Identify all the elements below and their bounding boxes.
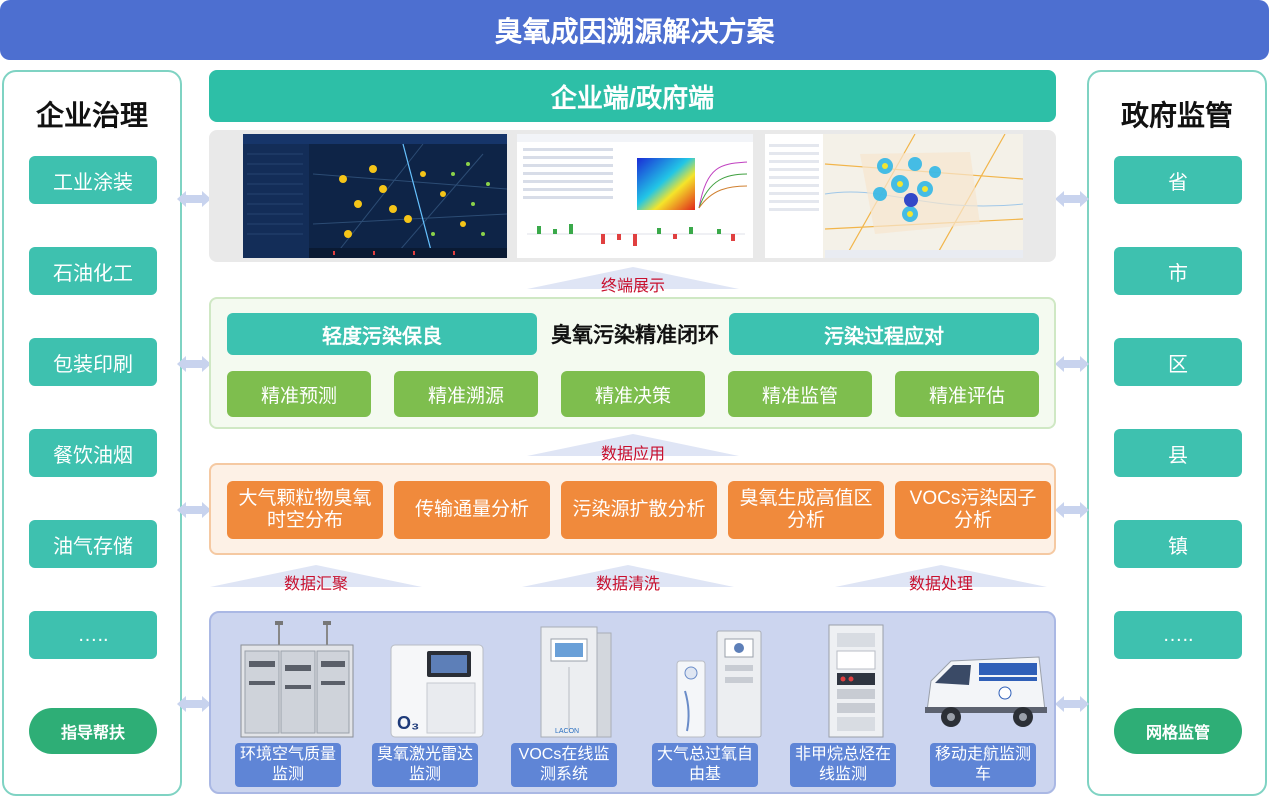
right-double-arrow-icon (1055, 696, 1089, 712)
o3-mark: O₃ (397, 713, 419, 733)
left-double-arrow-icon (177, 502, 211, 518)
analysis-chart-screenshot (517, 134, 753, 258)
radical-monitor-image (676, 630, 762, 738)
device-label-radical: 大气总过氧自由基 (652, 743, 758, 787)
enterprise-item-coating[interactable]: 工业涂装 (29, 156, 157, 204)
data-application-label: 数据应用 (600, 446, 665, 463)
mobile-monitoring-van-image (925, 656, 1047, 727)
ozone-high-value-button[interactable]: 臭氧生成高值区分析 (728, 481, 884, 539)
enterprise-item-catering[interactable]: 餐饮油烟 (29, 429, 157, 477)
left-double-arrow-icon (177, 191, 211, 207)
precise-decision-button[interactable]: 精准决策 (561, 371, 705, 417)
terminal-display-label: 终端展示 (600, 278, 665, 295)
vocs-factor-button[interactable]: VOCs污染因子分析 (895, 481, 1051, 539)
right-panel-government: 政府监管 省 市 区 县 镇 ….. 网格监管 (1087, 70, 1267, 796)
terminal-header: 企业端/政府端 (209, 70, 1056, 122)
right-double-arrow-icon (1055, 356, 1089, 372)
data-aggregation-label: 数据汇聚 (283, 576, 348, 593)
precise-tracing-button[interactable]: 精准溯源 (394, 371, 538, 417)
guidance-button[interactable]: 指导帮扶 (29, 708, 157, 754)
left-double-arrow-icon (177, 356, 211, 372)
device-label-air-quality: 环境空气质量监测 (235, 743, 341, 787)
device-label-lidar: 臭氧激光雷达监测 (372, 743, 478, 787)
monitoring-devices-panel: O₃ LACON 环境空气质量监测 臭氧激光雷达监测 VOCs在线监测系统 大气… (209, 611, 1056, 794)
enterprise-item-more[interactable]: ….. (29, 611, 157, 659)
pollution-response-bar: 污染过程应对 (729, 313, 1039, 355)
nmhc-monitor-image (828, 624, 884, 738)
enterprise-item-oil-storage[interactable]: 油气存储 (29, 520, 157, 568)
device-label-vocs: VOCs在线监测系统 (511, 743, 617, 787)
ozone-lidar-image: O₃ (390, 644, 484, 738)
left-panel-enterprise: 企业治理 工业涂装 石油化工 包装印刷 餐饮油烟 油气存储 ….. 指导帮扶 (2, 70, 182, 796)
closed-loop-panel: 轻度污染保良 臭氧污染精准闭环 污染过程应对 精准预测 精准溯源 精准决策 精准… (209, 297, 1056, 429)
right-double-arrow-icon (1055, 502, 1089, 518)
spatiotemporal-distribution-button[interactable]: 大气颗粒物臭氧时空分布 (227, 481, 383, 539)
precise-evaluation-button[interactable]: 精准评估 (895, 371, 1039, 417)
analysis-panel: 大气颗粒物臭氧时空分布 传输通量分析 污染源扩散分析 臭氧生成高值区分析 VOC… (209, 463, 1056, 555)
data-cleaning-label: 数据清洗 (595, 576, 660, 593)
air-quality-station-image (240, 621, 354, 738)
left-double-arrow-icon (177, 696, 211, 712)
map-screenshot (765, 134, 1023, 258)
data-processing-label: 数据处理 (908, 576, 973, 593)
precise-forecast-button[interactable]: 精准预测 (227, 371, 371, 417)
left-panel-title: 企业治理 (35, 100, 148, 131)
right-double-arrow-icon (1055, 191, 1089, 207)
terminal-screens-panel (209, 130, 1056, 262)
transport-flux-button[interactable]: 传输通量分析 (394, 481, 550, 539)
gov-item-county[interactable]: 县 (1114, 429, 1242, 477)
gov-item-province[interactable]: 省 (1114, 156, 1242, 204)
brand-text: LACON (555, 728, 579, 735)
mild-pollution-bar: 轻度污染保良 (227, 313, 537, 355)
device-label-van: 移动走航监测车 (930, 743, 1036, 787)
closed-loop-title: 臭氧污染精准闭环 (551, 324, 719, 347)
grid-supervision-button[interactable]: 网格监管 (1114, 708, 1242, 754)
enterprise-item-printing[interactable]: 包装印刷 (29, 338, 157, 386)
gov-item-town[interactable]: 镇 (1114, 520, 1242, 568)
device-label-nmhc: 非甲烷总烃在线监测 (790, 743, 896, 787)
page-title: 臭氧成因溯源解决方案 (0, 0, 1269, 60)
gov-item-more[interactable]: ….. (1114, 611, 1242, 659)
precise-supervision-button[interactable]: 精准监管 (728, 371, 872, 417)
gov-item-city[interactable]: 市 (1114, 247, 1242, 295)
enterprise-item-petrochemical[interactable]: 石油化工 (29, 247, 157, 295)
source-dispersion-button[interactable]: 污染源扩散分析 (561, 481, 717, 539)
right-panel-title: 政府监管 (1120, 100, 1233, 131)
dashboard-map-screenshot (243, 134, 507, 258)
gov-item-district[interactable]: 区 (1114, 338, 1242, 386)
vocs-monitor-image: LACON (540, 626, 612, 738)
